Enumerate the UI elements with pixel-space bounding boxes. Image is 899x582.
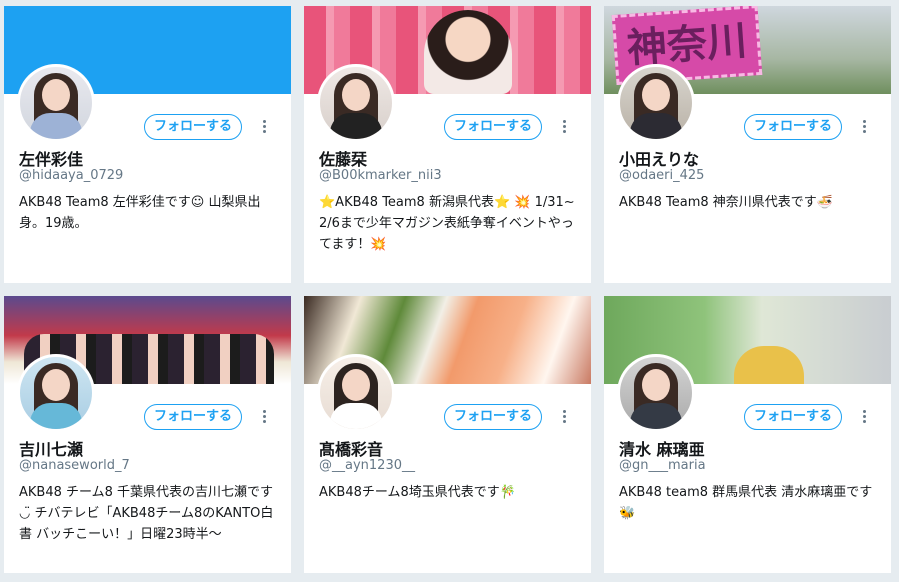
profile-card[interactable]: フォローする 吉川七瀬 @nanaseworld_7 AKB48 チーム8 千葉…	[4, 296, 291, 573]
profile-handle[interactable]: @odaeri_425	[619, 168, 881, 183]
profile-handle[interactable]: @B00kmarker_nii3	[319, 168, 581, 183]
profile-bio: AKB48チーム8埼玉県代表です🎋	[319, 485, 516, 500]
profile-handle[interactable]: @gn___maria	[619, 458, 881, 473]
profile-card[interactable]: 神奈川 フォローする 小田えりな @odaeri_425 AKB48 Team8…	[604, 6, 891, 283]
more-options-icon[interactable]	[257, 118, 271, 136]
avatar[interactable]	[617, 354, 695, 432]
profile-bio: AKB48 Team8 神奈川県代表です🍜	[619, 195, 833, 210]
profile-name[interactable]: 小田えりな	[619, 146, 881, 170]
avatar[interactable]	[17, 354, 95, 432]
profile-bio: AKB48 team8 群馬県代表 清水麻璃亜です🐝	[619, 485, 873, 521]
profile-handle[interactable]: @hidaaya_0729	[19, 168, 281, 183]
profile-card[interactable]: フォローする 清水 麻璃亜 @gn___maria AKB48 team8 群馬…	[604, 296, 891, 573]
profile-bio: AKB48 Team8 左伴彩佳です☺ 山梨県出身。19歳。	[19, 195, 261, 231]
avatar[interactable]	[317, 64, 395, 142]
profile-name[interactable]: 吉川七瀬	[19, 436, 281, 460]
follow-button[interactable]: フォローする	[444, 114, 542, 140]
more-options-icon[interactable]	[857, 408, 871, 426]
profile-handle[interactable]: @nanaseworld_7	[19, 458, 281, 473]
follow-button[interactable]: フォローする	[744, 114, 842, 140]
avatar[interactable]	[17, 64, 95, 142]
profile-bio: ⭐AKB48 Team8 新潟県代表⭐ 💥 1/31~2/6まで少年マガジン表紙…	[319, 195, 575, 252]
profile-card[interactable]: フォローする 髙橋彩音 @__ayn1230__ AKB48チーム8埼玉県代表で…	[304, 296, 591, 573]
profile-name[interactable]: 髙橋彩音	[319, 436, 581, 460]
follow-button[interactable]: フォローする	[444, 404, 542, 430]
follow-button[interactable]: フォローする	[144, 404, 242, 430]
more-options-icon[interactable]	[257, 408, 271, 426]
follow-button[interactable]: フォローする	[144, 114, 242, 140]
profile-name[interactable]: 左伴彩佳	[19, 146, 281, 170]
profile-handle[interactable]: @__ayn1230__	[319, 458, 581, 473]
profile-name[interactable]: 佐藤栞	[319, 146, 581, 170]
profile-card[interactable]: フォローする 佐藤栞 @B00kmarker_nii3 ⭐AKB48 Team8…	[304, 6, 591, 283]
profile-bio: AKB48 チーム8 千葉県代表の吉川七瀬です◡̈ チバテレビ「AKB48チーム…	[19, 485, 274, 542]
profile-card-grid: フォローする 左伴彩佳 @hidaaya_0729 AKB48 Team8 左伴…	[0, 0, 899, 582]
more-options-icon[interactable]	[857, 118, 871, 136]
avatar[interactable]	[617, 64, 695, 142]
avatar[interactable]	[317, 354, 395, 432]
profile-card[interactable]: フォローする 左伴彩佳 @hidaaya_0729 AKB48 Team8 左伴…	[4, 6, 291, 283]
profile-name[interactable]: 清水 麻璃亜	[619, 436, 881, 460]
more-options-icon[interactable]	[557, 118, 571, 136]
follow-button[interactable]: フォローする	[744, 404, 842, 430]
more-options-icon[interactable]	[557, 408, 571, 426]
